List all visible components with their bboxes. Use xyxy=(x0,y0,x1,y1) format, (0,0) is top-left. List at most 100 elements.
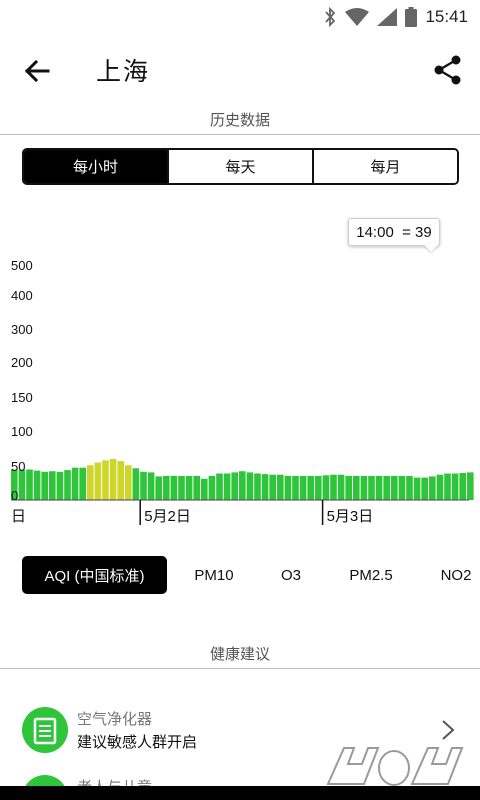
chart-bar[interactable] xyxy=(170,475,178,500)
chart-bar[interactable] xyxy=(125,465,132,500)
chart-bar[interactable] xyxy=(79,467,86,500)
history-divider xyxy=(0,134,480,135)
chart-bar[interactable] xyxy=(208,475,216,500)
chart-bar[interactable] xyxy=(360,475,368,500)
tab-hourly[interactable]: 每小时 xyxy=(24,150,169,183)
watermark-logo xyxy=(326,747,464,786)
chart-bar[interactable] xyxy=(109,459,117,500)
chart-bar[interactable] xyxy=(147,472,155,500)
page-title: 上海 xyxy=(96,57,151,86)
status-bar: 15:41 xyxy=(0,0,480,34)
chart-bar[interactable] xyxy=(451,473,459,501)
tab-monthly[interactable]: 每月 xyxy=(314,150,457,183)
wifi-icon xyxy=(345,8,370,26)
y-tick-label: 100 xyxy=(11,424,33,439)
chart-bar[interactable] xyxy=(56,471,64,500)
chart-bar[interactable] xyxy=(87,465,94,500)
chart-bar[interactable] xyxy=(444,473,451,501)
chart-bar[interactable] xyxy=(223,473,231,501)
chart-bar[interactable] xyxy=(467,472,474,500)
aqi-history-chart[interactable]: 500400300200150100500日 5月2日 5月3日 xyxy=(0,255,480,530)
chart-bar[interactable] xyxy=(71,467,79,500)
tab-pm10[interactable]: PM10 xyxy=(180,556,248,594)
chart-bar[interactable] xyxy=(330,474,337,500)
chart-bar[interactable] xyxy=(178,475,185,500)
chart-bar[interactable] xyxy=(246,472,254,500)
y-tick-label: 0 xyxy=(11,488,18,503)
air-purifier-glyph xyxy=(33,717,57,745)
y-tick-label: 400 xyxy=(11,288,33,303)
tab-pm25[interactable]: PM2.5 xyxy=(336,556,406,594)
chart-bar[interactable] xyxy=(41,471,48,500)
signal-icon xyxy=(377,8,398,26)
chart-bar[interactable] xyxy=(216,473,223,501)
chart-bar[interactable] xyxy=(163,475,170,500)
tab-aqi-china[interactable]: AQI (中国标准) xyxy=(22,556,167,594)
status-time: 15:41 xyxy=(425,7,468,26)
share-icon[interactable] xyxy=(432,54,464,86)
x-tick-label: 5月3日 xyxy=(327,508,374,525)
advice-desc: 建议敏感人群开启 xyxy=(77,733,198,751)
chart-bar[interactable] xyxy=(299,475,307,500)
chart-bar[interactable] xyxy=(322,475,330,500)
advice-title: 空气净化器 xyxy=(77,710,153,728)
air-purifier-icon xyxy=(22,707,68,753)
battery-icon xyxy=(405,7,418,27)
tab-o3[interactable]: O3 xyxy=(268,556,314,594)
health-divider xyxy=(0,668,480,669)
chart-bar[interactable] xyxy=(375,475,383,500)
y-tick-label: 50 xyxy=(11,459,25,474)
chart-bar[interactable] xyxy=(413,477,421,500)
chart-bar[interactable] xyxy=(140,471,147,500)
bluetooth-icon xyxy=(325,7,336,27)
chart-bar[interactable] xyxy=(368,475,375,500)
chart-bar[interactable] xyxy=(315,475,322,500)
chart-bar[interactable] xyxy=(231,472,238,500)
chart-bar[interactable] xyxy=(117,461,124,500)
status-icons: 15:41 xyxy=(323,6,468,28)
chart-bar[interactable] xyxy=(459,473,466,500)
tab-daily[interactable]: 每天 xyxy=(169,150,314,183)
pollutant-tabs: AQI (中国标准) PM10 O3 PM2.5 NO2 xyxy=(0,556,480,594)
chart-bar[interactable] xyxy=(132,468,140,500)
x-tick-label: 日 xyxy=(11,508,26,525)
chart-bar[interactable] xyxy=(292,475,299,500)
chart-bar[interactable] xyxy=(269,474,276,500)
chart-bar[interactable] xyxy=(26,469,33,501)
chart-bar[interactable] xyxy=(33,470,41,500)
y-tick-label: 150 xyxy=(11,390,33,405)
chart-bar[interactable] xyxy=(429,476,436,500)
chart-bar[interactable] xyxy=(254,473,261,501)
y-tick-label: 200 xyxy=(11,355,33,370)
chart-bar[interactable] xyxy=(64,470,71,500)
chart-bar[interactable] xyxy=(94,462,102,501)
chart-bar[interactable] xyxy=(398,475,406,500)
time-range-segmented-control: 每小时 每天 每月 xyxy=(22,148,459,185)
chart-bar[interactable] xyxy=(239,471,246,500)
chart-bar[interactable] xyxy=(353,475,360,500)
chart-bar[interactable] xyxy=(261,474,269,500)
chart-bar[interactable] xyxy=(102,460,109,500)
chart-bar[interactable] xyxy=(383,475,390,500)
y-tick-label: 500 xyxy=(11,258,33,273)
tab-no2[interactable]: NO2 xyxy=(432,556,480,594)
chart-bar[interactable] xyxy=(185,475,193,500)
chart-bar[interactable] xyxy=(421,477,428,500)
chart-bar[interactable] xyxy=(18,469,26,501)
chart-bar[interactable] xyxy=(436,474,444,500)
system-nav-strip xyxy=(0,786,480,800)
chart-bar[interactable] xyxy=(193,475,200,500)
chart-bar[interactable] xyxy=(406,475,413,500)
y-tick-label: 300 xyxy=(11,322,33,337)
chart-bar[interactable] xyxy=(155,476,162,500)
arrow-left-icon[interactable] xyxy=(20,54,54,88)
chart-bar[interactable] xyxy=(337,474,345,500)
chart-bar[interactable] xyxy=(307,475,314,500)
chart-bar[interactable] xyxy=(201,478,208,500)
chart-bar[interactable] xyxy=(277,474,284,500)
chart-bar[interactable] xyxy=(49,471,56,500)
chart-bar[interactable] xyxy=(391,475,398,500)
x-tick-label: 5月2日 xyxy=(144,508,191,525)
chart-bar[interactable] xyxy=(284,475,292,500)
chart-bar[interactable] xyxy=(345,475,352,500)
